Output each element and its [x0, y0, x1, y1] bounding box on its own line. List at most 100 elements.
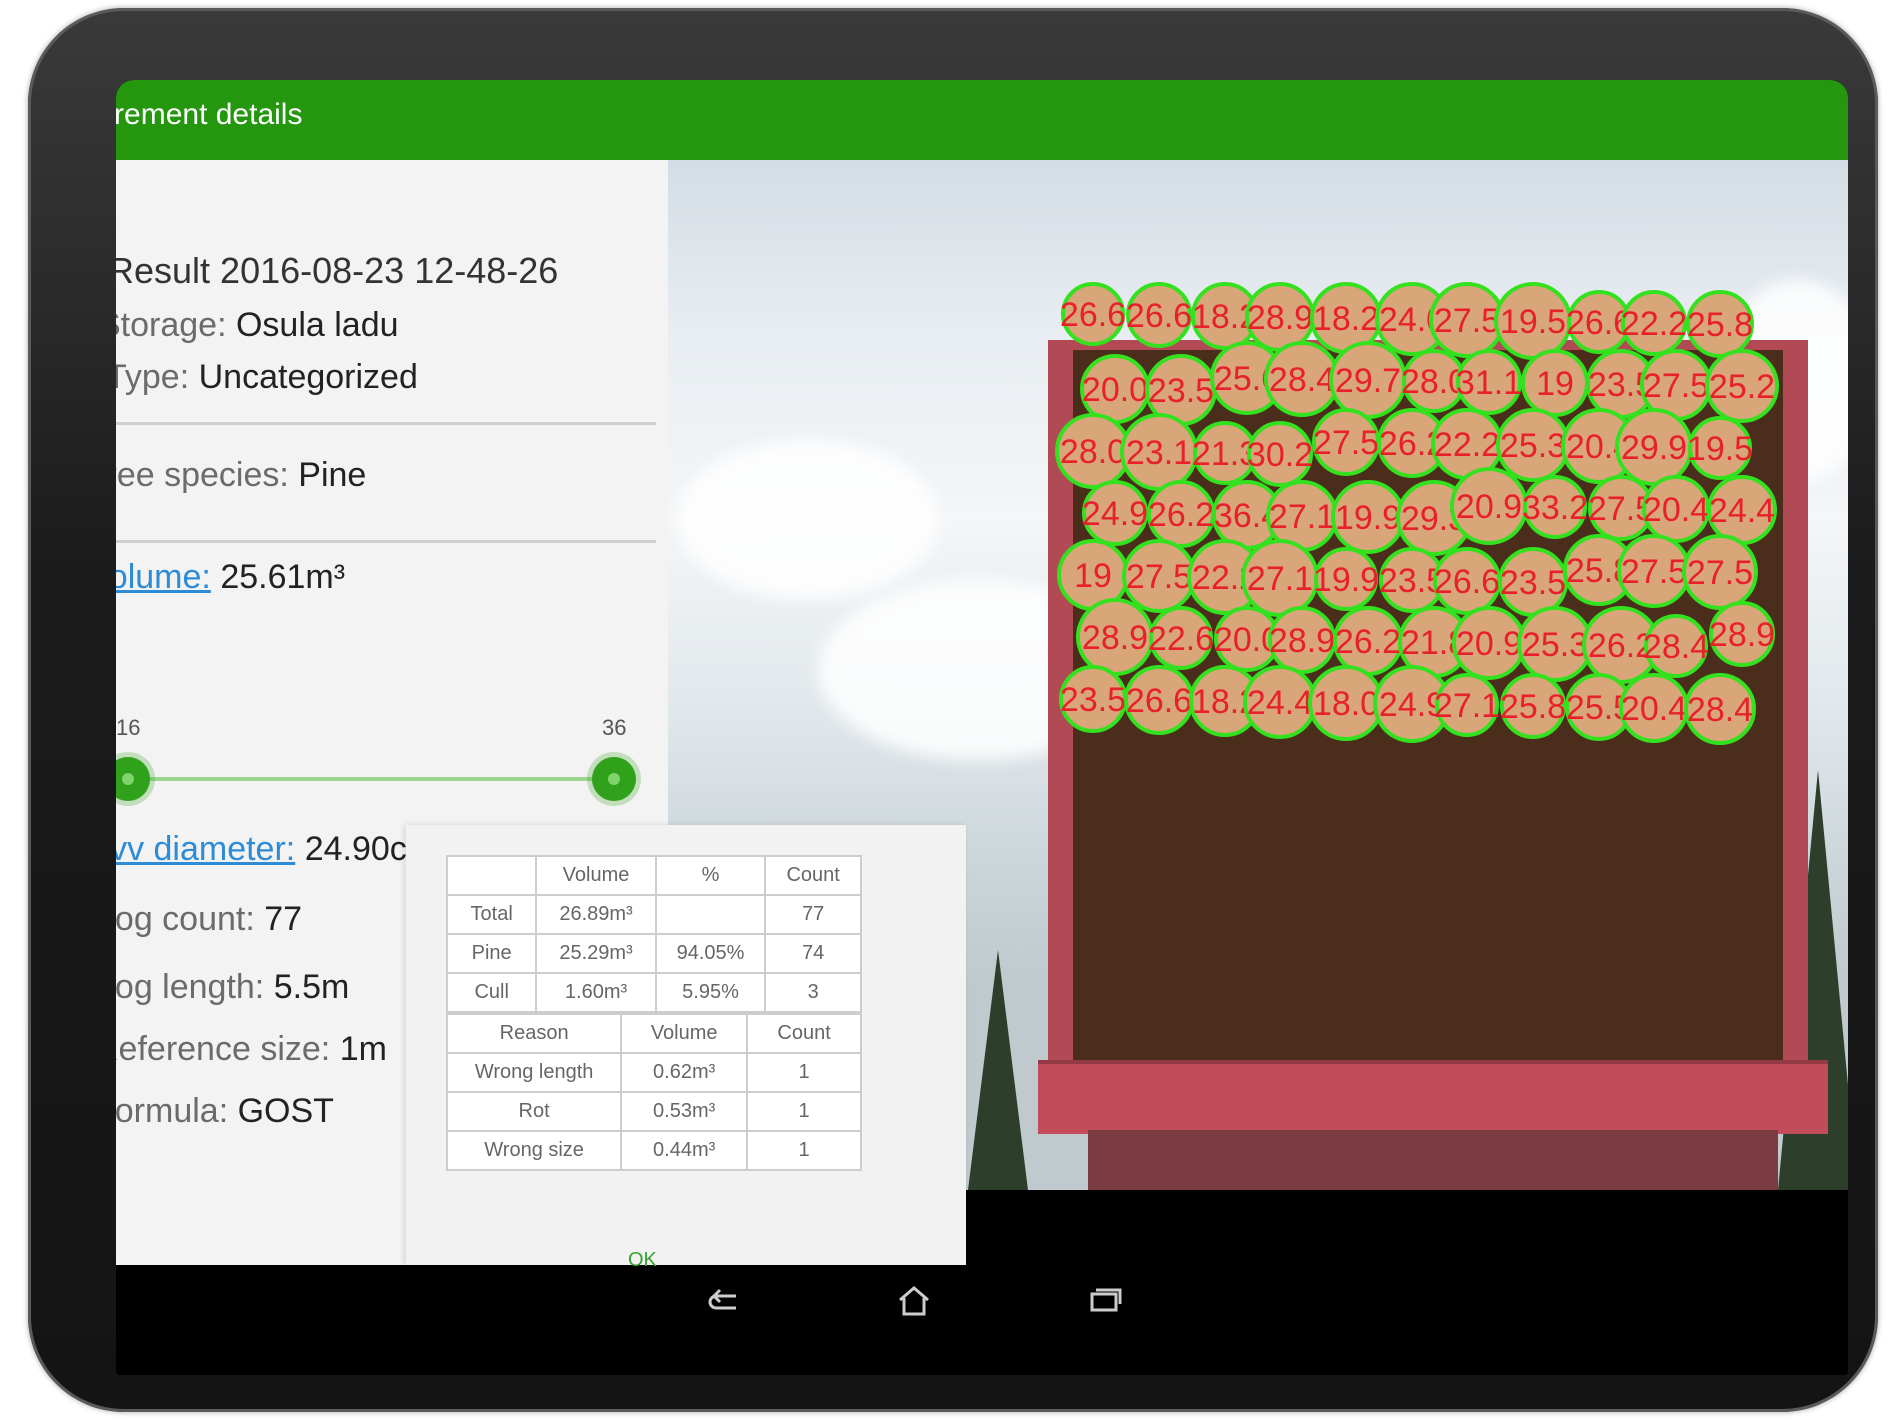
species-row[interactable]: Tree species: Pine — [116, 456, 366, 495]
log-marker[interactable]: 28.4 — [1264, 341, 1340, 417]
log-marker[interactable]: 27.5 — [1429, 282, 1505, 358]
log-diameter-label: 27.5 — [1313, 424, 1379, 462]
volume-link[interactable]: Volume: — [116, 558, 211, 596]
back-icon[interactable] — [696, 1284, 756, 1324]
log-marker[interactable]: 24.4 — [1243, 665, 1317, 739]
log-marker[interactable]: 28.9 — [1268, 606, 1336, 674]
log-diameter-label: 33.2 — [1522, 489, 1588, 527]
diameter-range-slider[interactable] — [126, 777, 616, 781]
log-diameter-label: 26.6 — [1060, 296, 1126, 334]
log-marker[interactable]: 19.9 — [1313, 547, 1379, 611]
log-marker[interactable]: 27.5 — [1122, 539, 1196, 613]
reason-table: Reason Volume Count Wrong length 0.62m³ 1 Rot 0… — [445, 1013, 862, 1171]
log-marker[interactable]: 24.9 — [1082, 480, 1148, 546]
log-marker[interactable]: 20.4 — [1642, 475, 1710, 543]
log-diameter-label: 28.4 — [1269, 361, 1335, 399]
log-marker[interactable]: 18.0 — [1308, 665, 1384, 741]
log-marker[interactable]: 28.4 — [1684, 673, 1756, 745]
log-diameter-label: 20.0 — [1082, 371, 1148, 409]
species-label: Tree species: — [116, 456, 289, 494]
log-marker[interactable]: 25.8 — [1686, 290, 1754, 358]
log-diameter-label: 19.5 — [1500, 303, 1566, 341]
log-diameter-label: 27.5 — [1126, 558, 1192, 596]
log-diameter-label: 23.5 — [1148, 372, 1214, 410]
log-diameter-label: 27.1 — [1247, 560, 1313, 598]
log-diameter-label: 23.5 — [1500, 564, 1566, 602]
reason-cell: Rot — [445, 1091, 623, 1132]
log-marker[interactable]: 27.1 — [1241, 539, 1319, 617]
log-marker[interactable]: 20.9 — [1450, 467, 1528, 545]
log-marker[interactable]: 27.1 — [1434, 673, 1500, 737]
log-marker[interactable]: 20.4 — [1619, 673, 1689, 743]
recents-icon[interactable] — [1074, 1284, 1134, 1324]
log-marker[interactable]: 22.2 — [1621, 290, 1687, 356]
log-marker[interactable]: 28.4 — [1643, 614, 1709, 678]
log-marker[interactable]: 28.0 — [1055, 413, 1131, 489]
log-marker[interactable]: 24.4 — [1707, 475, 1777, 545]
app-bar-title-clip: Measurement details — [116, 80, 516, 160]
log-diameter-label: 19.9 — [1335, 499, 1401, 537]
log-marker[interactable]: 26.2 — [1147, 480, 1215, 548]
log-marker[interactable]: 30.2 — [1247, 421, 1313, 487]
log-marker[interactable]: 19.9 — [1331, 480, 1405, 554]
log-marker[interactable]: 19.5 — [1494, 282, 1572, 360]
log-diameter-label: 28.9 — [1709, 616, 1775, 654]
log-diameter-label: 26.2 — [1335, 623, 1401, 661]
log-marker[interactable]: 23.1 — [1120, 413, 1198, 491]
log-diameter-label: 19 — [1074, 557, 1112, 595]
log-marker[interactable]: 25.2 — [1705, 349, 1779, 423]
summary-cell: Pine — [445, 933, 538, 974]
log-diameter-label: 20.4 — [1643, 491, 1709, 529]
result-title: Result 2016-08-23 12-48-26 — [116, 250, 559, 291]
log-diameter-label: 28.9 — [1269, 622, 1335, 660]
reference-label: Reference size: — [116, 1030, 331, 1068]
summary-header-cell: Volume — [535, 855, 657, 896]
summary-row: Total 26.89m³ 77 — [445, 894, 862, 935]
storage-value: Osula ladu — [235, 306, 399, 344]
log-marker[interactable]: 26.6 — [1433, 547, 1501, 615]
log-marker[interactable]: 26.6 — [1060, 282, 1126, 346]
diameter-link[interactable]: Avv diameter: — [116, 830, 295, 868]
storage-row: Storage: Osula ladu — [116, 306, 399, 345]
slider-min-handle[interactable] — [116, 757, 150, 801]
divider-2 — [116, 540, 656, 543]
log-marker[interactable]: 26.2 — [1333, 606, 1403, 676]
reason-cell: 0.62m³ — [620, 1052, 749, 1093]
log-marker[interactable]: 23.5 — [1498, 547, 1568, 617]
home-icon[interactable] — [884, 1284, 944, 1324]
log-marker[interactable]: 25.3 — [1517, 606, 1593, 682]
log-diameter-label: 28.9 — [1247, 299, 1313, 337]
summary-cell: 25.29m³ — [535, 933, 657, 974]
log-marker[interactable]: 29.9 — [1615, 408, 1693, 486]
log-marker[interactable]: 28.9 — [1245, 282, 1315, 352]
log-marker[interactable]: 27.5 — [1682, 534, 1758, 610]
log-diameter-label: 22.2 — [1434, 426, 1500, 464]
log-diameter-label: 29.9 — [1621, 429, 1687, 467]
log-marker[interactable]: 20.0 — [1080, 354, 1150, 424]
log-marker[interactable]: 25.3 — [1496, 408, 1570, 482]
formula-label: Formula: — [116, 1092, 229, 1130]
log-marker[interactable]: 23.5 — [1059, 665, 1127, 733]
log-marker[interactable]: 28.9 — [1709, 601, 1775, 667]
log-diameter-label: 26.6 — [1126, 297, 1192, 335]
summary-cell: 26.89m³ — [535, 894, 657, 935]
log-marker[interactable]: 25.8 — [1500, 673, 1566, 739]
formula-row: Formula: GOST — [116, 1092, 334, 1131]
log-marker[interactable]: 26.6 — [1126, 282, 1192, 348]
log-marker[interactable]: 19.5 — [1687, 416, 1753, 480]
slider-max-label: 36 — [602, 715, 627, 740]
log-marker[interactable]: 31.1 — [1456, 349, 1522, 415]
summary-header-row: Volume% Count — [445, 855, 862, 896]
log-marker[interactable]: 29.7 — [1329, 341, 1407, 419]
log-marker[interactable]: 26.6 — [1124, 665, 1194, 735]
log-marker[interactable]: 27.5 — [1312, 408, 1380, 476]
log-marker[interactable]: 20.9 — [1452, 606, 1526, 680]
log-marker[interactable]: 28.9 — [1076, 598, 1154, 676]
log-marker[interactable]: 33.2 — [1522, 475, 1588, 539]
log-diameter-label: 27.5 — [1621, 553, 1687, 591]
log-marker[interactable]: 27.5 — [1617, 534, 1691, 608]
log-marker[interactable]: 19 — [1521, 349, 1589, 417]
slider-max-handle[interactable] — [592, 757, 636, 801]
tablet-frame: Measurement details Result 2016-08-23 12… — [28, 8, 1878, 1412]
log-marker[interactable]: 22.6 — [1148, 606, 1214, 670]
